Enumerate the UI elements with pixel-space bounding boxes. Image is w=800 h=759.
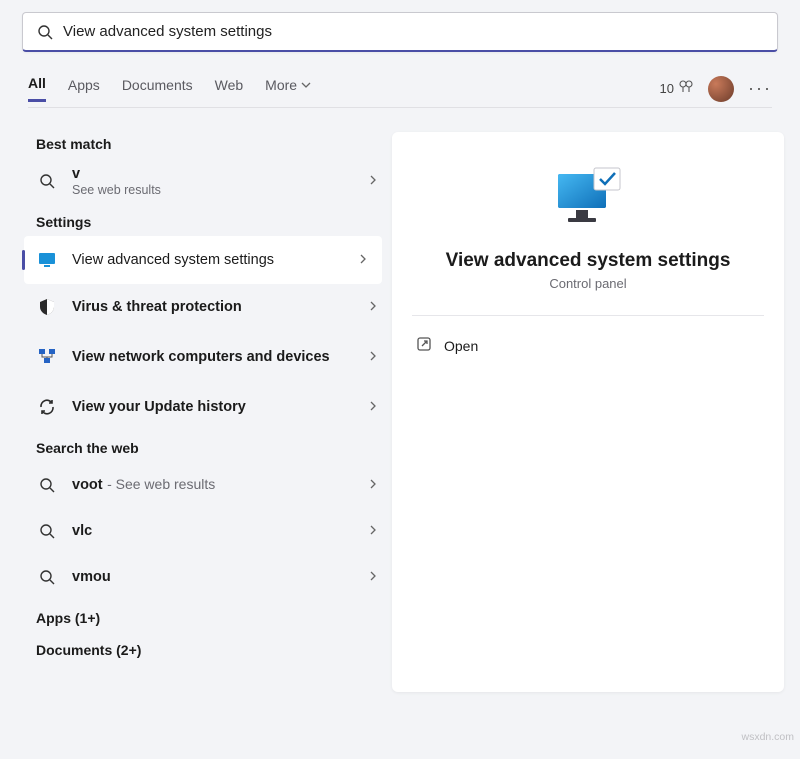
- open-label: Open: [444, 338, 478, 354]
- result-subtitle: See web results: [72, 183, 368, 197]
- result-title: View your Update history: [72, 399, 368, 415]
- chevron-down-icon: [301, 77, 311, 93]
- settings-item-virus-protection[interactable]: Virus & threat protection: [0, 284, 392, 330]
- section-header-apps-more[interactable]: Apps (1+): [0, 600, 392, 632]
- best-match-item[interactable]: v See web results: [0, 158, 392, 204]
- tabs-row: All Apps Documents Web More 10 ···: [28, 70, 772, 108]
- result-title: voot: [72, 477, 103, 493]
- tab-more-label: More: [265, 77, 297, 93]
- preview-icon: [412, 166, 764, 230]
- chevron-right-icon: [368, 476, 378, 494]
- tab-apps[interactable]: Apps: [68, 75, 100, 102]
- tab-all[interactable]: All: [28, 75, 46, 102]
- chevron-right-icon: [368, 298, 378, 316]
- search-icon: [36, 474, 58, 496]
- medal-icon: [678, 79, 694, 98]
- top-right-controls: 10 ···: [660, 76, 772, 102]
- web-item-vmou[interactable]: vmou: [0, 554, 392, 600]
- monitor-icon: [36, 249, 58, 271]
- result-title: vmou: [72, 569, 111, 585]
- tab-web[interactable]: Web: [215, 75, 244, 102]
- shield-icon: [36, 296, 58, 318]
- result-subtitle: - See web results: [107, 476, 215, 492]
- result-title: Virus & threat protection: [72, 299, 368, 315]
- tab-documents[interactable]: Documents: [122, 75, 193, 102]
- result-title: vlc: [72, 523, 92, 539]
- sync-icon: [36, 396, 58, 418]
- chevron-right-icon: [368, 398, 378, 416]
- search-icon: [36, 170, 58, 192]
- chevron-right-icon: [368, 568, 378, 586]
- chevron-right-icon: [368, 348, 378, 366]
- search-bar[interactable]: [22, 12, 778, 52]
- search-icon: [36, 566, 58, 588]
- preview-column: View advanced system settings Control pa…: [392, 118, 800, 745]
- user-avatar[interactable]: [708, 76, 734, 102]
- points-value: 10: [660, 81, 674, 96]
- settings-item-update-history[interactable]: View your Update history: [0, 384, 392, 430]
- network-icon: [36, 346, 58, 368]
- section-header-settings: Settings: [0, 204, 392, 236]
- watermark: wsxdn.com: [741, 731, 794, 743]
- filter-tabs: All Apps Documents Web More: [28, 75, 311, 102]
- result-title: View network computers and devices: [72, 348, 368, 366]
- search-input[interactable]: [63, 23, 763, 40]
- web-item-vlc[interactable]: vlc: [0, 508, 392, 554]
- chevron-right-icon: [358, 251, 368, 269]
- tab-more[interactable]: More: [265, 75, 311, 102]
- divider: [412, 315, 764, 316]
- section-header-best-match: Best match: [0, 126, 392, 158]
- rewards-points[interactable]: 10: [660, 79, 694, 98]
- section-header-search-web: Search the web: [0, 430, 392, 462]
- settings-item-network-computers[interactable]: View network computers and devices: [0, 330, 392, 384]
- preview-subtitle: Control panel: [412, 276, 764, 291]
- preview-card: View advanced system settings Control pa…: [392, 132, 784, 692]
- open-icon: [416, 336, 432, 355]
- web-item-voot[interactable]: voot - See web results: [0, 462, 392, 508]
- open-action[interactable]: Open: [412, 330, 764, 361]
- result-title: v: [72, 166, 368, 182]
- section-header-documents-more[interactable]: Documents (2+): [0, 632, 392, 664]
- search-icon: [37, 24, 53, 40]
- settings-item-advanced-system[interactable]: View advanced system settings: [24, 236, 382, 284]
- results-column: Best match v See web results Settings Vi…: [0, 118, 392, 745]
- more-options-button[interactable]: ···: [748, 78, 772, 99]
- search-icon: [36, 520, 58, 542]
- preview-title: View advanced system settings: [412, 250, 764, 272]
- chevron-right-icon: [368, 172, 378, 190]
- result-title: View advanced system settings: [72, 252, 358, 268]
- chevron-right-icon: [368, 522, 378, 540]
